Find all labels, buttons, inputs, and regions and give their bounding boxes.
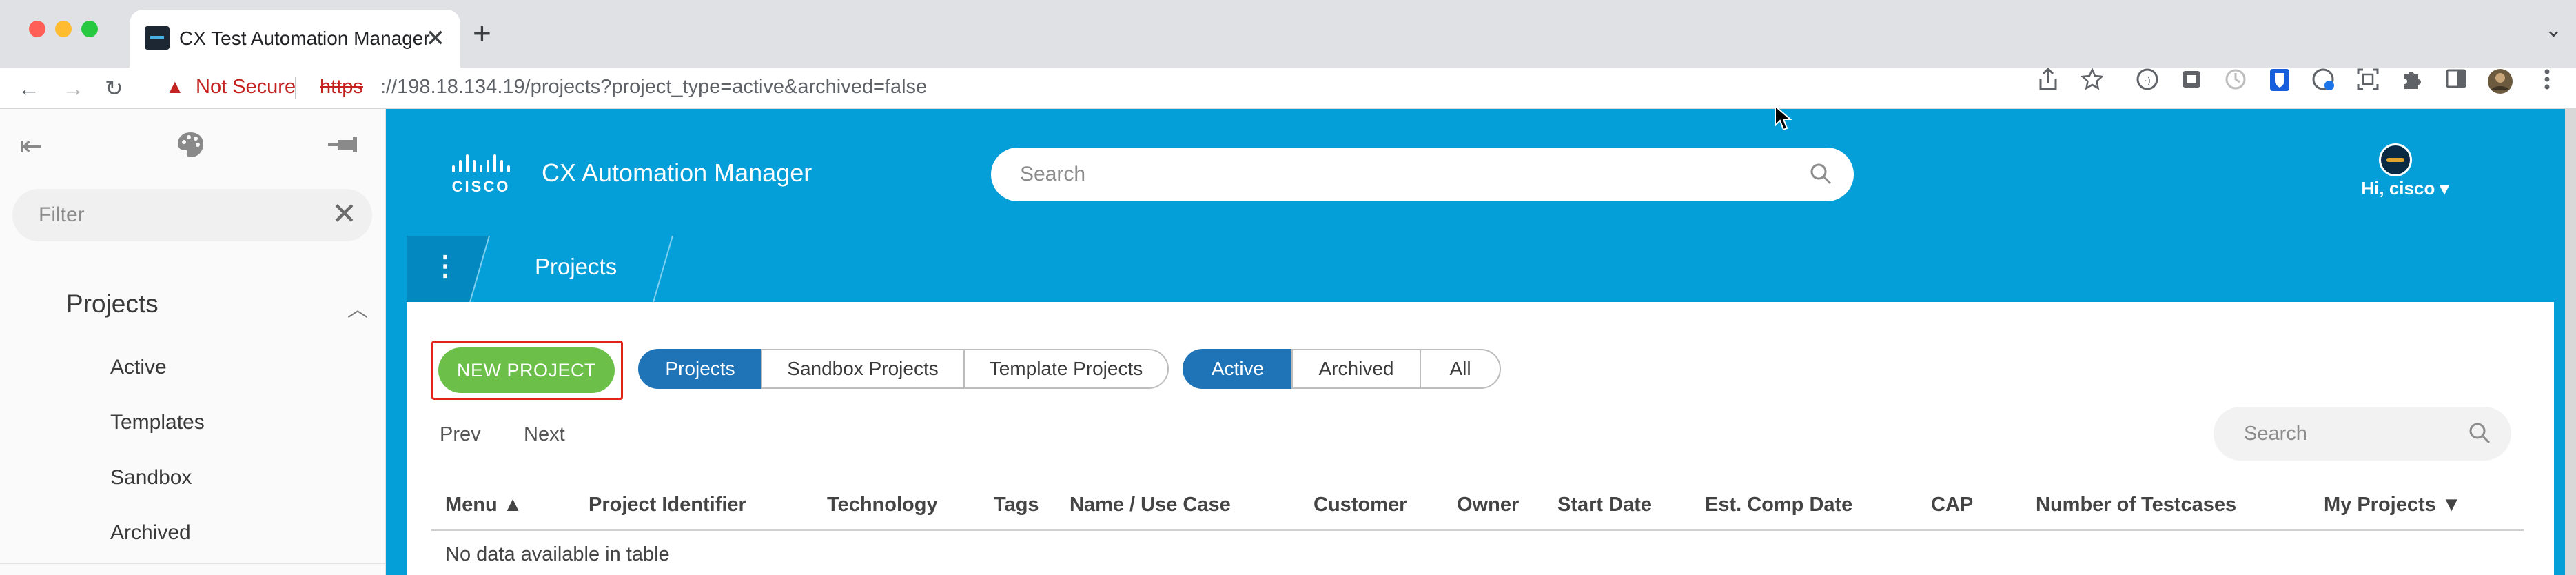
column-header-cap[interactable]: CAP — [1931, 494, 1973, 516]
collapse-sidebar-icon[interactable]: ⇤ — [19, 130, 43, 163]
breadcrumb-separator — [455, 236, 490, 302]
breadcrumb-separator — [653, 236, 673, 302]
sidebar: ⇤ ✕ Projects ︿ Active Templates Sandbox … — [0, 109, 386, 575]
sidebar-item-templates[interactable]: Templates — [110, 411, 205, 434]
user-menu-dropdown[interactable]: Hi, cisco ▾ — [2361, 178, 2449, 199]
user-avatar[interactable] — [2379, 143, 2412, 176]
tab-sandbox-projects[interactable]: Sandbox Projects — [761, 349, 965, 389]
sidebar-filter: ✕ — [12, 189, 372, 241]
column-header-menu[interactable]: Menu ▲ — [445, 494, 522, 516]
column-header-est-comp-date[interactable]: Est. Comp Date — [1705, 494, 1852, 516]
extension-icon-1[interactable]: ·) — [2134, 68, 2161, 95]
cisco-logo-icon: CISCO — [452, 154, 511, 195]
bookmark-star-icon[interactable] — [2078, 67, 2106, 95]
global-search — [991, 148, 1854, 201]
column-header-customer[interactable]: Customer — [1313, 494, 1407, 516]
search-icon[interactable] — [2467, 421, 2492, 445]
tab-search-chevron-icon[interactable]: ⌄ — [2545, 18, 2562, 42]
next-page-button[interactable]: Next — [524, 423, 565, 446]
sidebar-item-archived[interactable]: Archived — [110, 521, 191, 545]
close-window-button[interactable] — [29, 21, 45, 37]
url-scheme: https — [320, 76, 363, 98]
warning-triangle-icon: ▲ — [165, 76, 185, 97]
svg-text:·): ·) — [2144, 74, 2150, 85]
svg-text:CISCO: CISCO — [452, 178, 511, 195]
tab-projects[interactable]: Projects — [638, 349, 762, 389]
extension-icon-3[interactable] — [2222, 68, 2249, 95]
new-tab-button[interactable]: + — [473, 14, 491, 52]
browser-tab[interactable]: CX Test Automation Manager ✕ — [130, 10, 460, 68]
app-title: CX Automation Manager — [542, 159, 812, 187]
forward-arrow-icon[interactable]: → — [62, 74, 84, 102]
bitwarden-icon[interactable] — [2266, 68, 2293, 95]
table-empty-message: No data available in table — [445, 543, 670, 565]
table-header-divider — [431, 529, 2524, 531]
breadcrumb-projects[interactable]: Projects — [535, 254, 617, 280]
filter-active[interactable]: Active — [1183, 349, 1293, 389]
theme-palette-icon[interactable] — [175, 130, 205, 168]
filter-all[interactable]: All — [1420, 349, 1501, 389]
filter-input[interactable] — [39, 189, 314, 241]
new-project-button[interactable]: NEW PROJECT — [438, 347, 615, 393]
breadcrumb: ⋮ Projects — [407, 236, 2554, 302]
mouse-cursor-icon — [1775, 105, 1792, 131]
not-secure-label[interactable]: Not Secure — [196, 76, 296, 99]
browser-tab-bar: CX Test Automation Manager ✕ + ⌄ — [0, 0, 2576, 68]
reload-icon[interactable]: ↻ — [105, 74, 123, 102]
chevron-up-icon[interactable]: ︿ — [347, 292, 368, 323]
pin-sidebar-icon[interactable] — [327, 130, 364, 163]
clear-filter-icon[interactable]: ✕ — [331, 197, 357, 232]
url-path: ://198.18.134.19/projects?project_type=a… — [380, 76, 928, 98]
sidebar-item-active[interactable]: Active — [110, 356, 167, 379]
column-header-tags[interactable]: Tags — [994, 494, 1039, 516]
screenshot-icon[interactable] — [2354, 68, 2382, 95]
tab-title: CX Test Automation Manager — [179, 28, 430, 49]
extension-icon-4[interactable] — [2310, 68, 2338, 95]
url-divider — [295, 77, 296, 99]
column-header-owner[interactable]: Owner — [1457, 494, 1519, 516]
column-header-my-projects[interactable]: My Projects ▼ — [2324, 494, 2462, 516]
sidebar-section-projects[interactable]: Projects — [66, 290, 159, 319]
column-header-project-identifier[interactable]: Project Identifier — [589, 494, 746, 516]
minimize-window-button[interactable] — [55, 21, 72, 37]
page-scrollbar[interactable] — [2565, 109, 2576, 575]
sidebar-divider — [0, 563, 386, 564]
column-header-name-use-case[interactable]: Name / Use Case — [1070, 494, 1231, 516]
site-favicon-icon — [145, 26, 170, 50]
extension-icon-2[interactable] — [2178, 68, 2205, 95]
column-header-technology[interactable]: Technology — [827, 494, 938, 516]
table-search — [2214, 407, 2511, 461]
url-omnibox[interactable]: ▲ Not Secure https ://198.18.134.19/proj… — [147, 70, 2109, 106]
sidebar-item-sandbox[interactable]: Sandbox — [110, 466, 192, 490]
table-search-input[interactable] — [2244, 407, 2464, 461]
column-header-start-date[interactable]: Start Date — [1557, 494, 1652, 516]
filter-archived[interactable]: Archived — [1291, 349, 1421, 389]
global-search-input[interactable] — [1020, 148, 1778, 201]
back-arrow-icon[interactable]: ← — [18, 74, 40, 102]
tab-template-projects[interactable]: Template Projects — [963, 349, 1169, 389]
app-main: CISCO CX Automation Manager Hi, cisco ▾ … — [386, 109, 2565, 575]
prev-page-button[interactable]: Prev — [440, 423, 481, 446]
share-icon[interactable] — [2034, 67, 2062, 95]
profile-avatar-icon[interactable] — [2486, 68, 2514, 95]
zoom-window-button[interactable] — [81, 21, 98, 37]
puzzle-icon[interactable] — [2398, 68, 2426, 95]
kebab-menu-icon[interactable] — [2533, 68, 2561, 95]
sidepanel-icon[interactable] — [2442, 68, 2470, 95]
search-icon[interactable] — [1808, 161, 1833, 186]
close-tab-icon[interactable]: ✕ — [426, 25, 446, 52]
projects-panel: NEW PROJECT Projects Sandbox Projects Te… — [407, 302, 2554, 575]
column-header-number-of-testcases[interactable]: Number of Testcases — [2036, 494, 2236, 516]
